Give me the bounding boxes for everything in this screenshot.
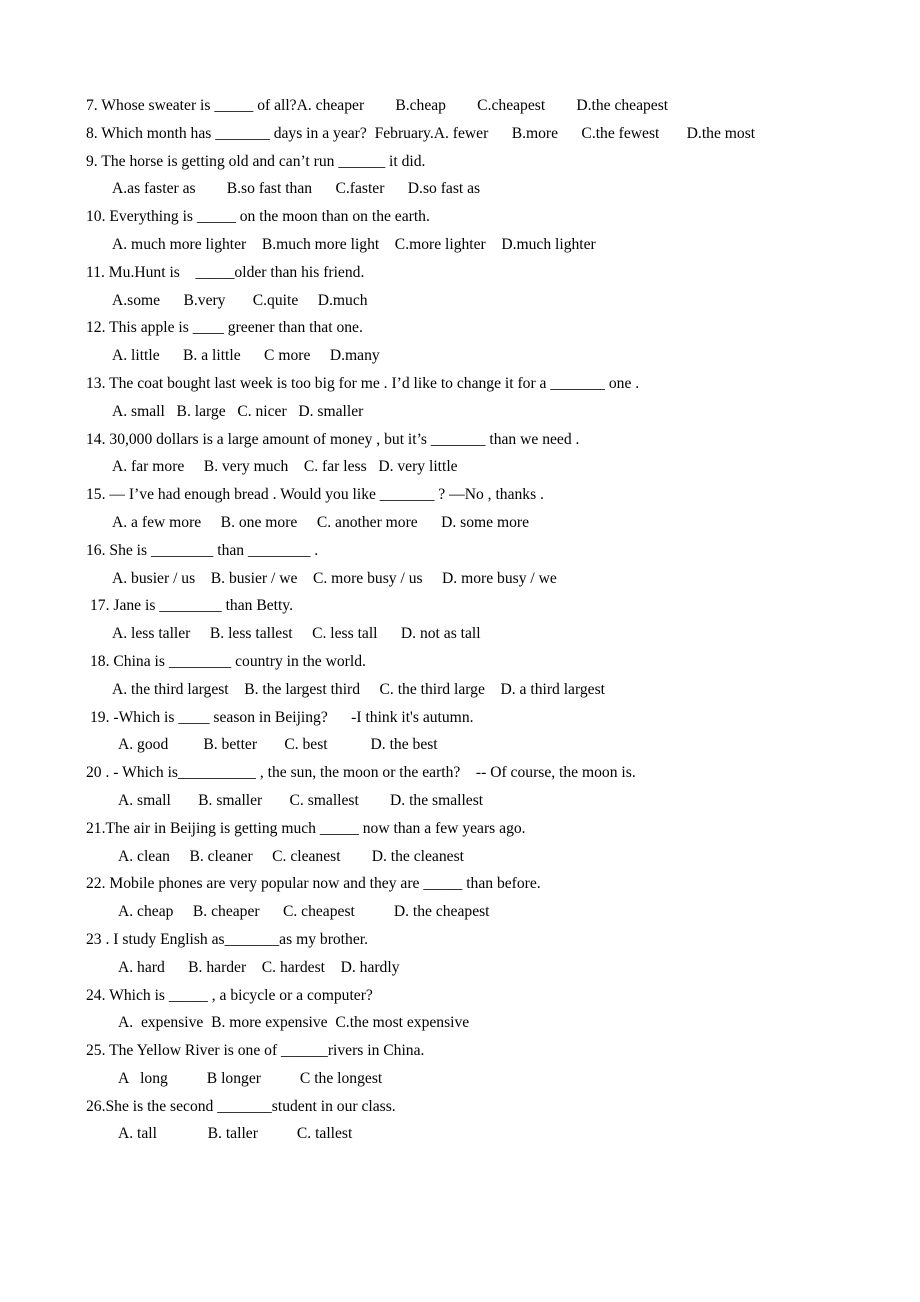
question-stem-14: 14. 30,000 dollars is a large amount of …	[86, 430, 580, 448]
question-options-20: A. small B. smaller C. smallest D. the s…	[118, 791, 484, 809]
question-options-14: A. far more B. very much C. far less D. …	[112, 458, 458, 476]
question-stem-20: 20 . - Which is__________ , the sun, the…	[86, 764, 636, 782]
question-options-9: A.as faster as B.so fast than C.faster D…	[112, 180, 481, 198]
question-stem-8-text: 8. Which month has _______ days in a yea…	[86, 124, 434, 142]
question-stem-13: 13. The coat bought last week is too big…	[86, 374, 640, 392]
question-stem-23: 23 . I study English as_______as my brot…	[86, 930, 368, 948]
question-stem-25: 25. The Yellow River is one of ______riv…	[86, 1042, 425, 1060]
question-stem-9: 9. The horse is getting old and can’t ru…	[86, 152, 426, 170]
question-options-25: A long B longer C the longest	[118, 1069, 383, 1087]
question-options-21: A. clean B. cleaner C. cleanest D. the c…	[118, 847, 464, 865]
question-options-18: A. the third largest B. the largest thir…	[112, 680, 605, 698]
question-stem-17: 17. Jane is ________ than Betty.	[90, 597, 293, 615]
question-options-8-inline: A. fewer B.more C.the fewest D.the most	[433, 124, 756, 142]
question-options-26: A. tall B. taller C. tallest	[118, 1125, 353, 1143]
question-options-11: A.some B.very C.quite D.much	[112, 291, 368, 309]
question-stem-12: 12. This apple is ____ greener than that…	[86, 319, 363, 337]
document-page: 7. Whose sweater is _____ of all?A. chea…	[0, 0, 920, 1302]
question-options-19: A. good B. better C. best D. the best	[118, 736, 438, 754]
question-stem-24: 24. Which is _____ , a bicycle or a comp…	[86, 986, 373, 1004]
question-options-17: A. less taller B. less tallest C. less t…	[112, 625, 481, 643]
question-stem-15: 15. — I’ve had enough bread . Would you …	[86, 486, 544, 504]
question-stem-8: 8. Which month has _______ days in a yea…	[86, 120, 886, 148]
question-options-15: A. a few more B. one more C. another mor…	[112, 513, 530, 531]
question-options-10: A. much more lighter B.much more light C…	[112, 235, 596, 253]
question-stem-7-text: 7. Whose sweater is _____ of all?	[86, 97, 297, 114]
worksheet-body: 7. Whose sweater is _____ of all?A. chea…	[86, 92, 886, 1148]
question-stem-21: 21.The air in Beijing is getting much __…	[86, 819, 526, 837]
question-options-12: A. little B. a little C more D.many	[112, 347, 380, 365]
question-stem-26: 26.She is the second _______student in o…	[86, 1097, 396, 1115]
question-stem-16: 16. She is ________ than ________ .	[86, 541, 319, 559]
question-stem-11: 11. Mu.Hunt is _____older than his frien…	[86, 263, 365, 281]
question-options-16: A. busier / us B. busier / we C. more bu…	[112, 569, 557, 587]
question-options-7-inline: A. cheaper B.cheap C.cheapest D.the chea…	[296, 97, 669, 114]
question-stem-22: 22. Mobile phones are very popular now a…	[86, 875, 541, 893]
question-stem-19: 19. -Which is ____ season in Beijing? -I…	[90, 708, 474, 726]
question-options-22: A. cheap B. cheaper C. cheapest D. the c…	[118, 903, 490, 921]
question-stem-10: 10. Everything is _____ on the moon than…	[86, 208, 430, 226]
question-options-23: A. hard B. harder C. hardest D. hardly	[118, 958, 400, 976]
question-options-13: A. small B. large C. nicer D. smaller	[112, 402, 364, 420]
question-stem-7: 7. Whose sweater is _____ of all?A. chea…	[86, 92, 886, 120]
question-stem-18: 18. China is ________ country in the wor…	[90, 652, 366, 670]
question-options-24: A. expensive B. more expensive C.the mos…	[118, 1014, 470, 1032]
